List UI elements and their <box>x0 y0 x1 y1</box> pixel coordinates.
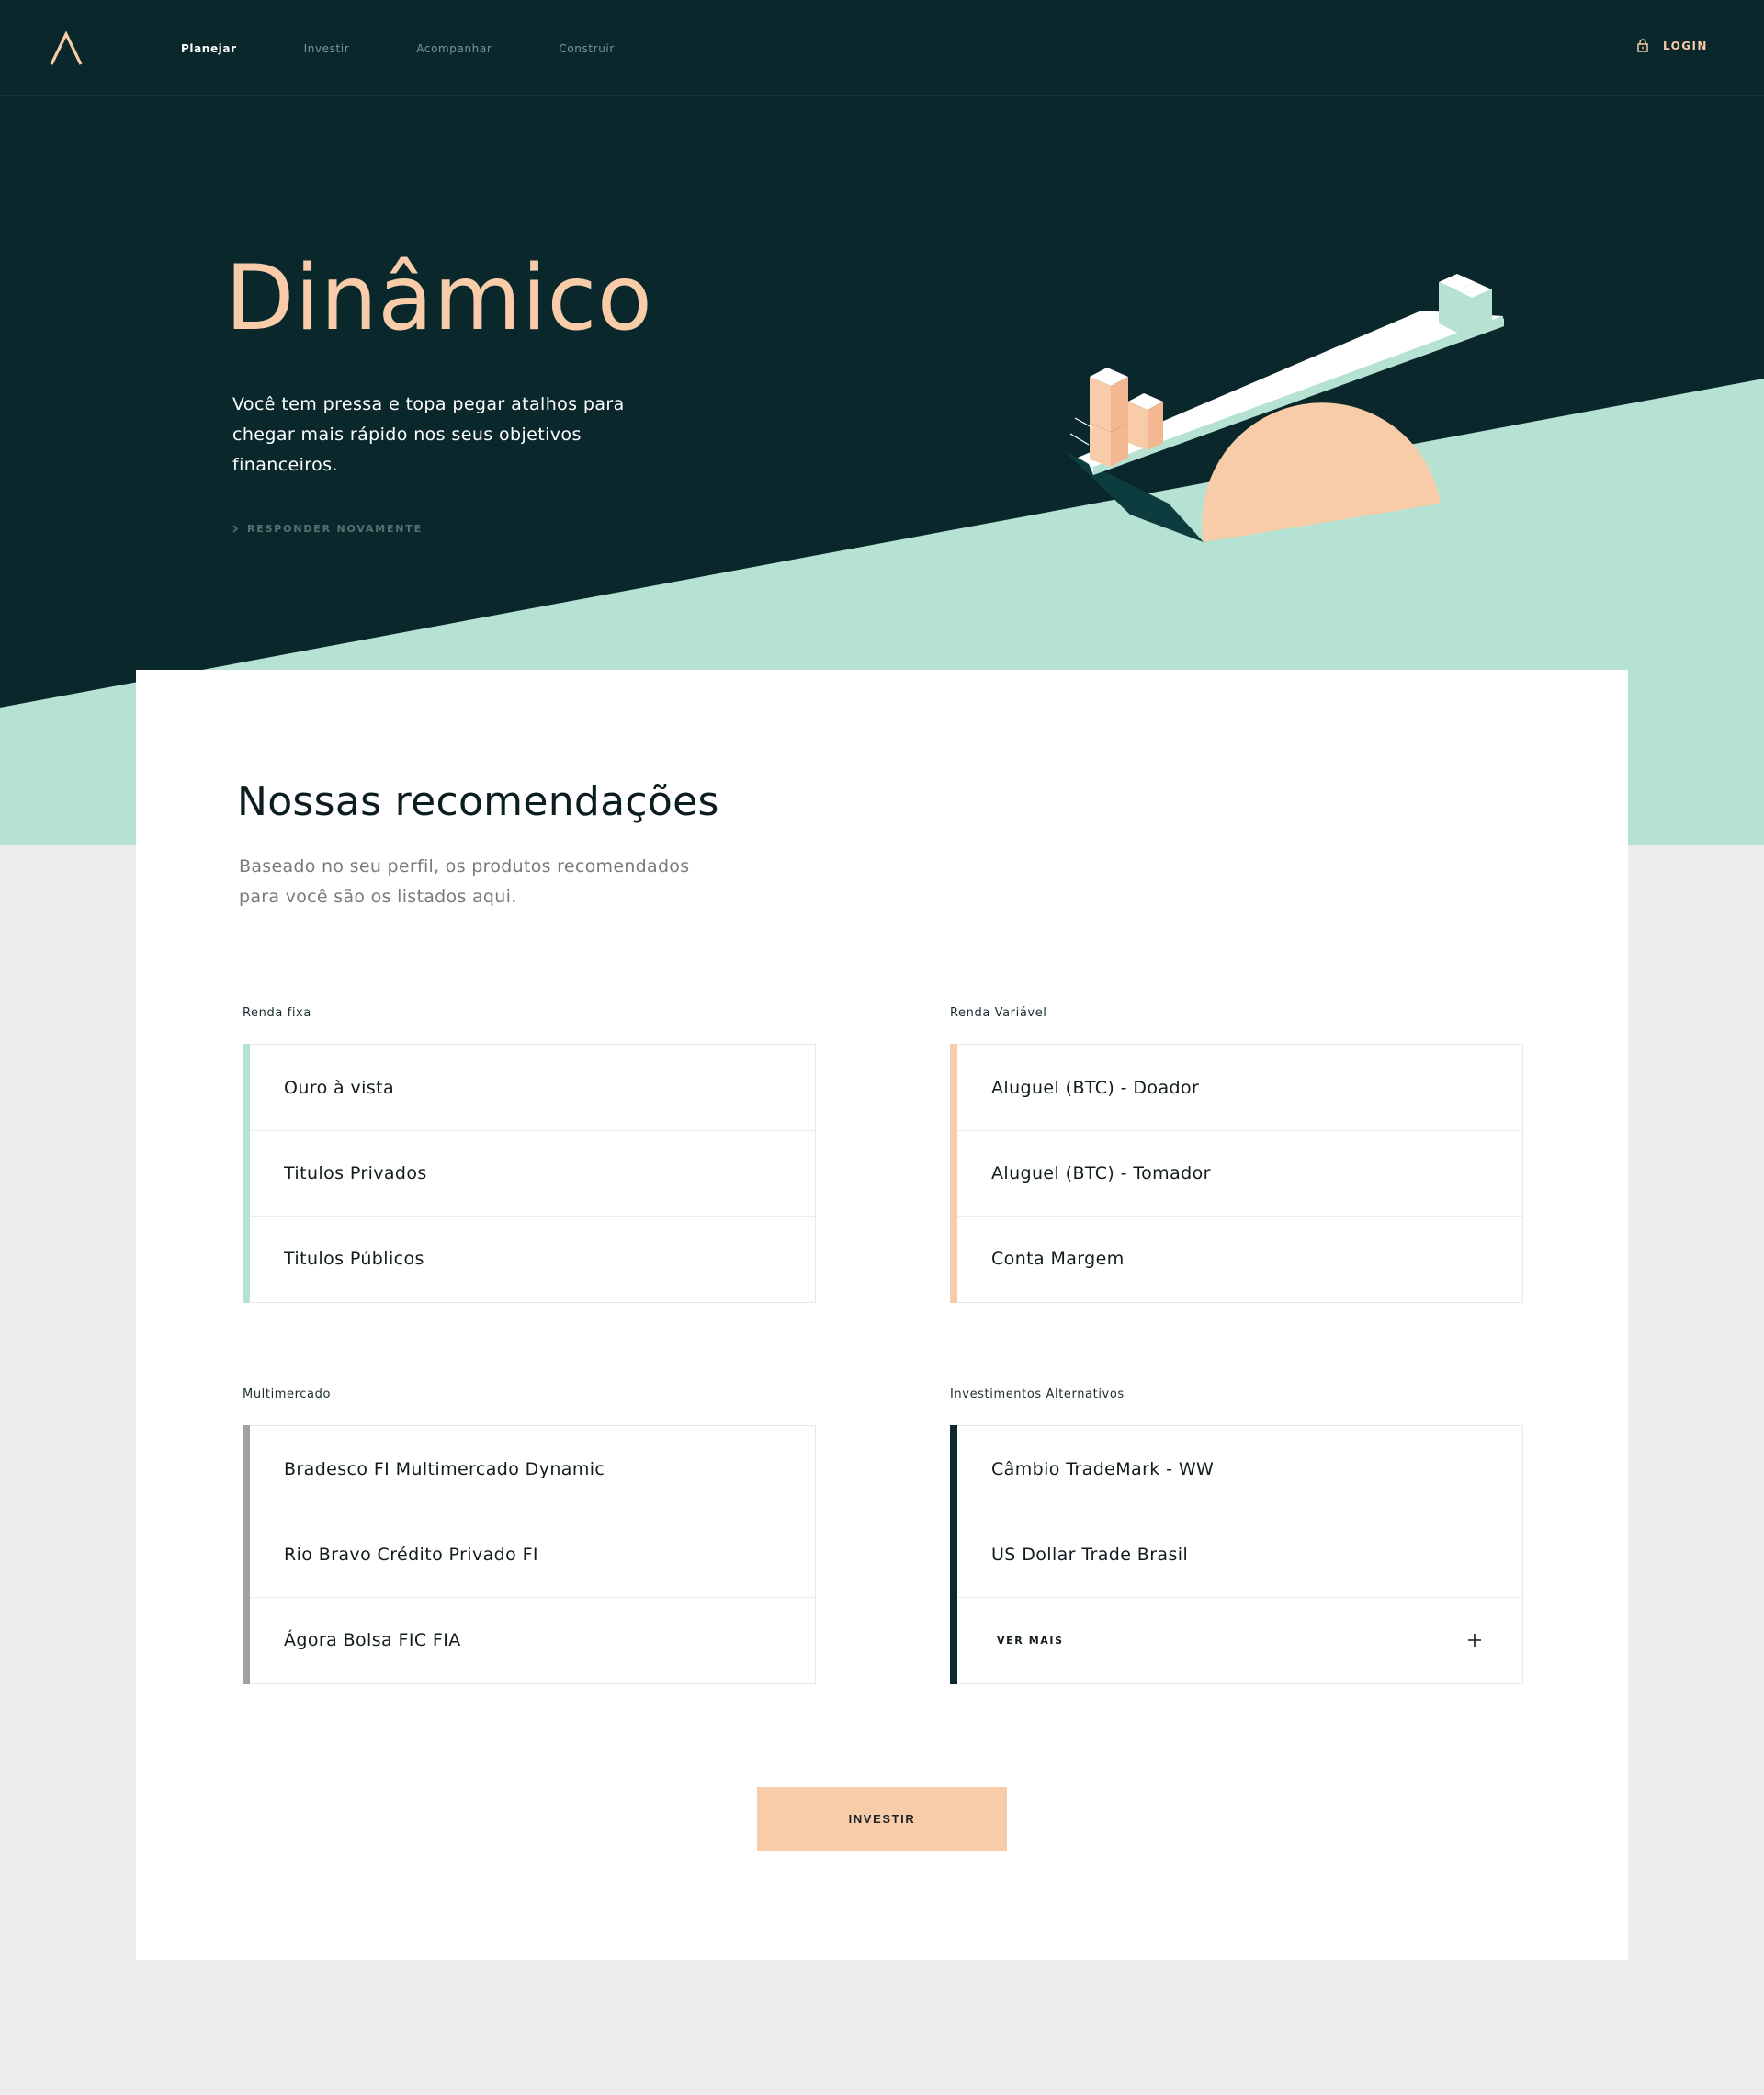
recommendations-description: Baseado no seu perfil, os produtos recom… <box>239 856 690 907</box>
list-item-label: Bradesco FI Multimercado Dynamic <box>284 1458 605 1479</box>
group-renda-variavel: Renda Variável Aluguel (BTC) - Doador Al… <box>950 1006 1523 1303</box>
accent-bar <box>243 1044 250 1303</box>
list-item[interactable]: Ouro à vista <box>250 1045 815 1130</box>
list-item[interactable]: Titulos Privados <box>250 1130 815 1216</box>
list-item[interactable]: Rio Bravo Crédito Privado FI <box>250 1512 815 1597</box>
list-item[interactable]: Câmbio TradeMark - WW <box>957 1426 1522 1512</box>
main-nav: Planejar Investir Acompanhar Construir <box>181 42 682 55</box>
list-item-label: Titulos Públicos <box>284 1249 424 1269</box>
group-label: Renda Variável <box>950 1006 1047 1020</box>
plus-icon <box>1468 1634 1481 1647</box>
ver-mais-button[interactable]: VER MAIS <box>957 1597 1522 1682</box>
ver-mais-label: VER MAIS <box>997 1634 1064 1647</box>
lock-icon <box>1637 39 1648 52</box>
header: Planejar Investir Acompanhar Construir L… <box>0 0 1764 96</box>
seesaw-illustration <box>1066 274 1504 542</box>
list-item[interactable]: Ágora Bolsa FIC FIA <box>250 1597 815 1682</box>
list-item[interactable]: Aluguel (BTC) - Tomador <box>957 1130 1522 1216</box>
recommendations-title: Nossas recomendações <box>237 778 719 825</box>
A-logo-icon[interactable] <box>48 31 85 66</box>
list-item[interactable]: Aluguel (BTC) - Doador <box>957 1045 1522 1130</box>
list-item-label: Rio Bravo Crédito Privado FI <box>284 1545 538 1565</box>
hero-description: Você tem pressa e topa pegar atalhos par… <box>232 394 625 475</box>
nav-item-acompanhar[interactable]: Acompanhar <box>416 42 492 55</box>
investir-button[interactable]: INVESTIR <box>757 1787 1007 1851</box>
accent-bar <box>243 1425 250 1684</box>
group-label: Investimentos Alternativos <box>950 1387 1125 1401</box>
login-label: LOGIN <box>1663 39 1708 52</box>
group-multimercado: Multimercado Bradesco FI Multimercado Dy… <box>243 1387 816 1684</box>
group-list: Bradesco FI Multimercado Dynamic Rio Bra… <box>243 1425 816 1684</box>
accent-bar <box>950 1044 957 1303</box>
list-item-label: Aluguel (BTC) - Tomador <box>991 1163 1211 1183</box>
accent-bar <box>950 1425 957 1684</box>
group-label: Renda fixa <box>243 1006 311 1020</box>
group-investimentos-alternativos: Investimentos Alternativos Câmbio TradeM… <box>950 1387 1523 1684</box>
list-item-label: Aluguel (BTC) - Doador <box>991 1077 1200 1098</box>
login-button[interactable]: LOGIN <box>1637 39 1708 52</box>
nav-item-investir[interactable]: Investir <box>304 42 350 55</box>
responder-novamente-link[interactable]: RESPONDER NOVAMENTE <box>232 523 423 535</box>
group-list: Ouro à vista Titulos Privados Titulos Pú… <box>243 1044 816 1303</box>
list-item-label: Câmbio TradeMark - WW <box>991 1458 1215 1479</box>
list-item-label: Ouro à vista <box>284 1077 395 1098</box>
list-item-label: Ágora Bolsa FIC FIA <box>284 1630 461 1650</box>
group-renda-fixa: Renda fixa Ouro à vista Titulos Privados… <box>243 1006 816 1303</box>
recommendations-card: Nossas recomendações Baseado no seu perf… <box>136 670 1628 1960</box>
list-item-label: Conta Margem <box>991 1249 1125 1269</box>
responder-novamente-label: RESPONDER NOVAMENTE <box>247 523 423 535</box>
list-item[interactable]: Bradesco FI Multimercado Dynamic <box>250 1426 815 1512</box>
list-item[interactable]: Titulos Públicos <box>250 1216 815 1301</box>
nav-item-construir[interactable]: Construir <box>559 42 615 55</box>
investir-label: INVESTIR <box>848 1812 916 1826</box>
list-item[interactable]: US Dollar Trade Brasil <box>957 1512 1522 1597</box>
chevron-right-icon <box>232 525 238 533</box>
hero-title: Dinâmico <box>225 246 653 351</box>
page: Planejar Investir Acompanhar Construir L… <box>0 0 1764 2095</box>
group-list: Câmbio TradeMark - WW US Dollar Trade Br… <box>950 1425 1523 1684</box>
group-label: Multimercado <box>243 1387 332 1401</box>
list-item[interactable]: Conta Margem <box>957 1216 1522 1301</box>
nav-item-planejar[interactable]: Planejar <box>181 42 237 55</box>
group-list: Aluguel (BTC) - Doador Aluguel (BTC) - T… <box>950 1044 1523 1303</box>
list-item-label: US Dollar Trade Brasil <box>991 1545 1189 1565</box>
list-item-label: Titulos Privados <box>284 1163 427 1183</box>
